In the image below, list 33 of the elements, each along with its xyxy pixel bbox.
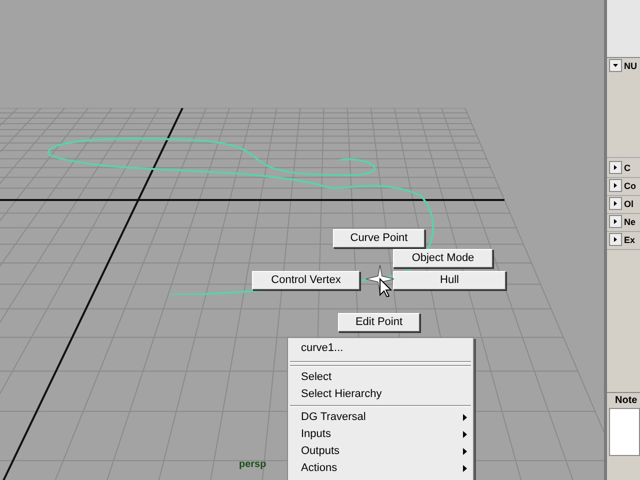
menu-item[interactable]: DG Traversal <box>288 409 379 426</box>
submenu-arrow-icon <box>463 448 467 455</box>
menu-item[interactable]: Select Hierarchy <box>288 386 473 403</box>
right-triangle-icon <box>613 237 618 242</box>
camera-label: persp <box>239 458 266 472</box>
section-title[interactable]: C <box>624 161 630 175</box>
marking-menu-item[interactable]: Object Mode <box>393 249 493 268</box>
menu-item[interactable]: Outputs <box>288 443 353 460</box>
cursor-icon <box>366 265 394 297</box>
marking-menu-item[interactable]: Hull <box>393 271 506 290</box>
submenu-arrow-icon <box>463 465 467 472</box>
menu-item[interactable]: Select <box>288 369 473 386</box>
right-triangle-icon <box>613 165 618 170</box>
right-triangle-icon <box>613 219 618 224</box>
expand-toggle[interactable] <box>609 179 622 192</box>
menu-title[interactable]: curve1... <box>288 340 473 357</box>
menu-item[interactable]: Actions <box>288 460 350 477</box>
marking-menu-item[interactable]: Edit Point <box>338 313 420 332</box>
down-triangle-icon <box>613 63 618 68</box>
expand-toggle[interactable] <box>609 161 622 174</box>
collapse-toggle[interactable] <box>609 59 622 72</box>
right-triangle-icon <box>613 183 618 188</box>
notes-field[interactable] <box>609 408 640 456</box>
submenu-arrow-icon <box>463 431 467 438</box>
right-triangle-icon <box>613 201 618 206</box>
menu-item[interactable]: Inputs <box>288 426 344 443</box>
section-title[interactable]: NU <box>624 59 637 73</box>
expand-toggle[interactable] <box>609 197 622 210</box>
submenu-arrow-icon <box>463 414 467 421</box>
expand-toggle[interactable] <box>609 233 622 246</box>
expand-toggle[interactable] <box>609 215 622 228</box>
marking-menu-item[interactable]: Curve Point <box>333 229 425 248</box>
marking-menu-item[interactable]: Control Vertex <box>252 271 360 290</box>
